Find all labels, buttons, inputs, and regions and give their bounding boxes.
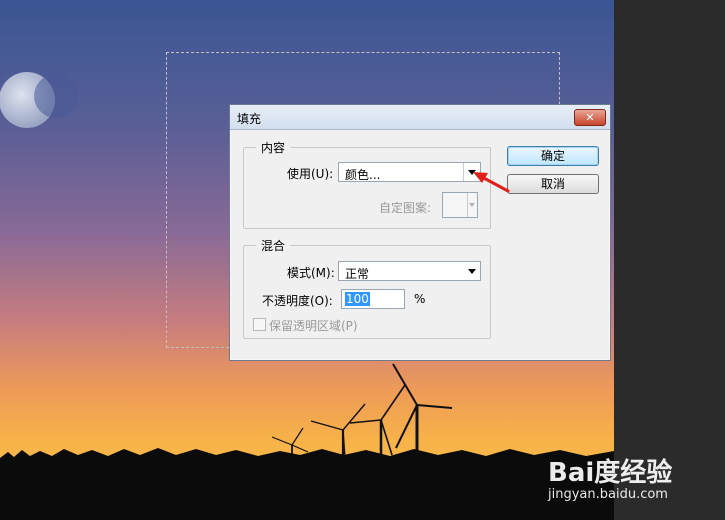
fill-dialog: 填充 ✕ 内容 使用(U): 颜色... 自定图案: 混合 模式(M): 正常 … <box>229 104 611 361</box>
chevron-down-icon[interactable] <box>464 262 480 280</box>
blend-group: 混合 模式(M): 正常 不透明度(O): 100 % 保留透明区域(P) <box>243 237 491 339</box>
red-arrow-annotation <box>473 172 510 193</box>
content-group-legend: 内容 <box>256 139 291 156</box>
mode-select-value: 正常 <box>345 267 370 281</box>
use-label: 使用(U): <box>287 167 334 181</box>
preserve-transparency-label: 保留透明区域(P) <box>269 319 358 333</box>
opacity-unit: % <box>414 292 426 306</box>
cancel-button[interactable]: 取消 <box>507 174 599 194</box>
close-button[interactable]: ✕ <box>574 109 606 126</box>
ok-button[interactable]: 确定 <box>507 146 599 166</box>
content-group: 内容 使用(U): 颜色... 自定图案: <box>243 139 491 229</box>
preserve-transparency-checkbox[interactable] <box>253 318 266 331</box>
tree-line <box>0 448 614 520</box>
mode-label: 模式(M): <box>287 266 335 280</box>
custom-pattern-label: 自定图案: <box>379 201 432 215</box>
use-select-value: 颜色... <box>345 168 381 182</box>
baidu-jingyan-watermark: Bai度经验 jingyan.baidu.com <box>548 452 672 502</box>
dialog-title: 填充 <box>237 112 262 126</box>
mode-select[interactable]: 正常 <box>338 261 481 281</box>
use-select[interactable]: 颜色... <box>338 162 481 182</box>
blend-group-legend: 混合 <box>256 237 291 254</box>
chevron-down-icon <box>467 193 477 217</box>
opacity-input[interactable]: 100 <box>341 289 405 309</box>
watermark-url: jingyan.baidu.com <box>548 487 668 502</box>
dialog-titlebar[interactable]: 填充 ✕ <box>230 105 610 130</box>
opacity-label: 不透明度(O): <box>262 294 333 308</box>
opacity-value: 100 <box>345 292 370 306</box>
baidu-logo: Bai度经验 <box>548 458 673 488</box>
workspace-dark-panel <box>614 0 725 520</box>
